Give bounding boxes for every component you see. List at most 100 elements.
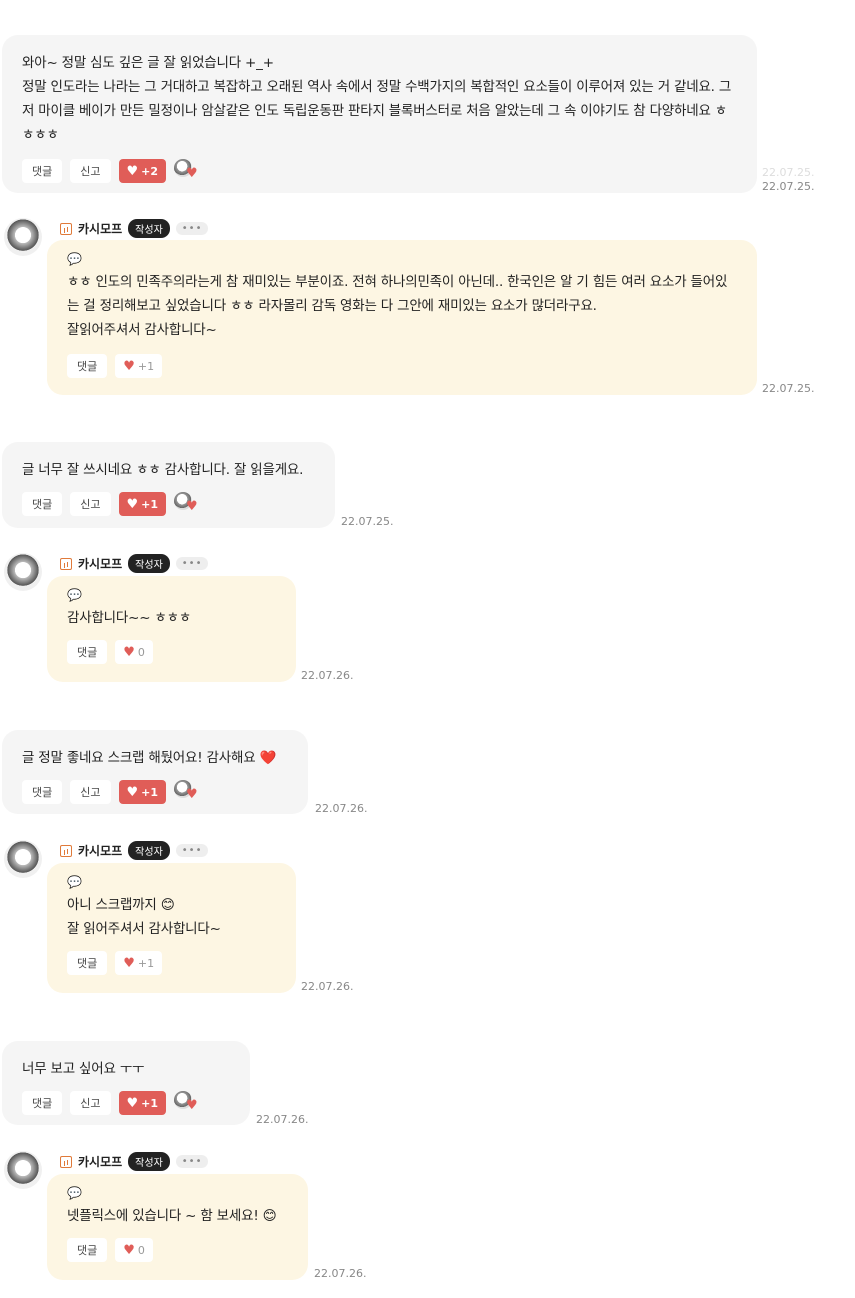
reply: 💬 ㅎㅎ 인도의 민족주의라는게 참 재미있는 부분이죠. 전혀 하나의민족이 …: [47, 240, 757, 395]
like-count: +1: [141, 497, 159, 511]
author-name[interactable]: 카시모프: [78, 220, 122, 237]
reply-date: 22.07.25.: [762, 382, 815, 395]
reply-button[interactable]: 댓글: [22, 159, 63, 183]
speech-bubble-icon: 💬: [67, 252, 82, 266]
reply-date: 22.07.26.: [301, 980, 354, 993]
reply-button[interactable]: 댓글: [67, 640, 108, 664]
author-row: 카시모프 작성자 •••: [60, 554, 209, 573]
more-options-button[interactable]: •••: [175, 844, 209, 857]
like-button[interactable]: ♥ 0: [115, 1238, 153, 1262]
heart-icon: ♥: [123, 1242, 135, 1258]
author-badge: 작성자: [128, 841, 170, 860]
blog-icon: [60, 1155, 72, 1168]
author-avatar[interactable]: [4, 218, 42, 256]
reply-text: ㅎㅎ 인도의 민족주의라는게 참 재미있는 부분이죠. 전혀 하나의민족이 아닌…: [67, 274, 728, 338]
like-count: +1: [141, 1096, 159, 1110]
heart-icon: ♥: [126, 496, 139, 512]
like-button[interactable]: ♥ +2: [118, 159, 167, 183]
reply-button[interactable]: 댓글: [22, 780, 63, 804]
reply-actions: 댓글 ♥ 0: [67, 1238, 288, 1262]
like-count: 0: [137, 645, 145, 659]
reply-actions: 댓글 ♥ +1: [67, 354, 737, 378]
author-badge: 작성자: [128, 554, 170, 573]
blog-icon: [60, 557, 72, 570]
speech-bubble-icon: 💬: [67, 875, 82, 889]
author-liked-icon: ♥: [174, 780, 200, 804]
reply-button[interactable]: 댓글: [67, 951, 108, 975]
author-row: 카시모프 작성자 •••: [60, 1152, 209, 1171]
comment-text: 와아~ 정말 심도 깊은 글 잘 읽었습니다 +_+ 정말 인도라는 나라는 그…: [22, 55, 732, 143]
comment-date: 22.07.26.: [256, 1113, 309, 1126]
reply-bubble: 💬 아니 스크랩까지 😊 잘 읽어주셔서 감사합니다~ 댓글 ♥ +1: [47, 863, 296, 993]
author-row: 카시모프 작성자 •••: [60, 219, 209, 238]
author-row: 카시모프 작성자 •••: [60, 841, 209, 860]
like-button[interactable]: ♥ +1: [115, 951, 163, 975]
author-name[interactable]: 카시모프: [78, 1153, 122, 1170]
reply-actions: 댓글 ♥ 0: [67, 640, 276, 664]
reply-date: 22.07.26.: [301, 669, 354, 682]
reply-bubble: 💬 넷플릭스에 있습니다 ~ 함 보세요! 😊 댓글 ♥ 0: [47, 1174, 308, 1280]
reply: 💬 넷플릭스에 있습니다 ~ 함 보세요! 😊 댓글 ♥ 0: [47, 1174, 308, 1280]
like-button[interactable]: ♥ +1: [115, 354, 163, 378]
like-button[interactable]: ♥ +1: [118, 780, 167, 804]
heart-icon: ♥: [126, 163, 139, 179]
blog-icon: [60, 222, 72, 235]
comment: 너무 보고 싶어요 ㅜㅜ 댓글 신고 ♥ +1 ♥: [2, 1041, 250, 1125]
reply: 💬 감사합니다~~ ㅎㅎㅎ 댓글 ♥ 0: [47, 576, 296, 682]
heart-icon: ♥: [123, 358, 135, 374]
report-button[interactable]: 신고: [70, 1091, 111, 1115]
comment-actions: 댓글 신고 ♥ +2 ♥: [22, 159, 737, 183]
author-avatar[interactable]: [4, 1151, 42, 1189]
author-liked-icon: ♥: [174, 1091, 200, 1115]
like-button[interactable]: ♥ +1: [118, 492, 167, 516]
heart-icon: ♥: [126, 784, 139, 800]
reply-bubble: 💬 감사합니다~~ ㅎㅎㅎ 댓글 ♥ 0: [47, 576, 296, 682]
comment-date: 22.07.25.: [762, 180, 815, 193]
author-badge: 작성자: [128, 219, 170, 238]
comment-actions: 댓글 신고 ♥ +1 ♥: [22, 492, 315, 516]
report-button[interactable]: 신고: [70, 492, 111, 516]
more-options-button[interactable]: •••: [175, 222, 209, 235]
more-options-button[interactable]: •••: [175, 1155, 209, 1168]
speech-bubble-icon: 💬: [67, 588, 82, 602]
comment: 와아~ 정말 심도 깊은 글 잘 읽었습니다 +_+ 정말 인도라는 나라는 그…: [2, 35, 757, 193]
speech-bubble-icon: 💬: [67, 1186, 82, 1200]
like-count: +1: [141, 785, 159, 799]
like-count: 0: [137, 1243, 145, 1257]
reply-button[interactable]: 댓글: [67, 1238, 108, 1262]
heart-icon: ♥: [126, 1095, 139, 1111]
author-badge: 작성자: [128, 1152, 170, 1171]
reply-button[interactable]: 댓글: [22, 492, 63, 516]
author-avatar[interactable]: [4, 840, 42, 878]
comment-actions: 댓글 신고 ♥ +1 ♥: [22, 780, 288, 804]
more-options-button[interactable]: •••: [175, 557, 209, 570]
reply-actions: 댓글 ♥ +1: [67, 951, 276, 975]
author-name[interactable]: 카시모프: [78, 555, 122, 572]
comment-date: 22.07.25.: [341, 515, 394, 528]
heart-icon: ♥: [123, 955, 135, 971]
like-button[interactable]: ♥ 0: [115, 640, 153, 664]
author-avatar[interactable]: [4, 553, 42, 591]
reply-text: 감사합니다~~ ㅎㅎㅎ: [67, 610, 192, 626]
heart-icon: ♥: [123, 644, 135, 660]
comment-bubble: 글 너무 잘 쓰시네요 ㅎㅎ 감사합니다. 잘 읽을게요. 댓글 신고 ♥ +1 …: [2, 442, 335, 528]
like-count: +2: [141, 164, 159, 178]
comment-text: 글 너무 잘 쓰시네요 ㅎㅎ 감사합니다. 잘 읽을게요.: [22, 462, 304, 478]
author-name[interactable]: 카시모프: [78, 842, 122, 859]
reply-button[interactable]: 댓글: [67, 354, 108, 378]
author-liked-icon: ♥: [174, 492, 200, 516]
comment-bubble: 글 정말 좋네요 스크랩 해뒀어요! 감사해요 ❤️ 댓글 신고 ♥ +1 ♥: [2, 730, 308, 814]
like-count: +1: [137, 956, 155, 970]
comment: 글 너무 잘 쓰시네요 ㅎㅎ 감사합니다. 잘 읽을게요. 댓글 신고 ♥ +1 …: [2, 442, 335, 528]
like-count: +1: [137, 359, 155, 373]
reply-button[interactable]: 댓글: [22, 1091, 63, 1115]
reply: 💬 아니 스크랩까지 😊 잘 읽어주셔서 감사합니다~ 댓글 ♥ +1: [47, 863, 296, 993]
report-button[interactable]: 신고: [70, 159, 111, 183]
comment-bubble: 와아~ 정말 심도 깊은 글 잘 읽었습니다 +_+ 정말 인도라는 나라는 그…: [2, 35, 757, 193]
report-button[interactable]: 신고: [70, 780, 111, 804]
comment: 글 정말 좋네요 스크랩 해뒀어요! 감사해요 ❤️ 댓글 신고 ♥ +1 ♥: [2, 730, 308, 814]
reply-date: 22.07.26.: [314, 1267, 367, 1280]
like-button[interactable]: ♥ +1: [118, 1091, 167, 1115]
blog-icon: [60, 844, 72, 857]
comment-bubble: 너무 보고 싶어요 ㅜㅜ 댓글 신고 ♥ +1 ♥: [2, 1041, 250, 1125]
